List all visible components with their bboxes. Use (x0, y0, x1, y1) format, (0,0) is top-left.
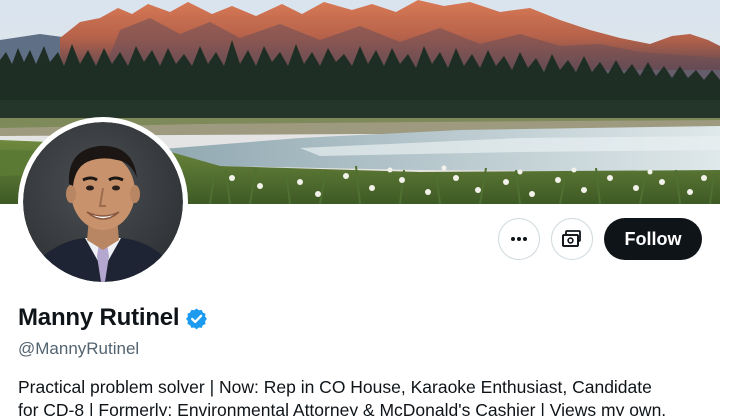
profile-name-row: Manny Rutinel (18, 304, 208, 332)
profile-page: Follow Manny Rutinel @MannyRutinel Pract… (0, 0, 740, 416)
bio-line: Practical problem solver | Now: Rep in C… (18, 377, 652, 397)
profile-avatar[interactable] (18, 117, 188, 287)
display-name: Manny Rutinel (18, 304, 180, 331)
tip-button[interactable] (551, 218, 593, 260)
page-edge (720, 0, 740, 416)
bio-line: for CD-8 | Formerly: Environmental Attor… (18, 400, 667, 416)
more-horizontal-icon (511, 237, 527, 241)
profile-bio: Practical problem solver | Now: Rep in C… (18, 376, 708, 416)
money-tip-icon (562, 230, 581, 247)
user-handle: @MannyRutinel (18, 339, 140, 358)
more-options-button[interactable] (498, 218, 540, 260)
verified-badge-icon[interactable] (185, 307, 208, 330)
follow-button[interactable]: Follow (604, 218, 702, 260)
